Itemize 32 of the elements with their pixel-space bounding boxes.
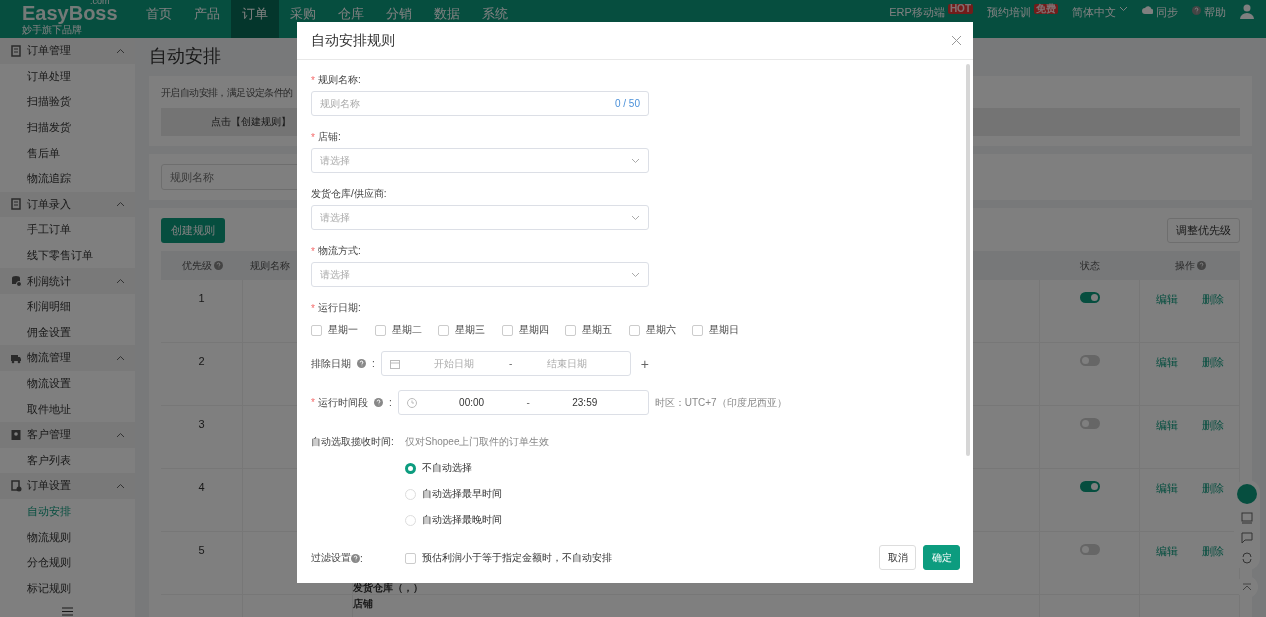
field-label: 运行日期: — [317, 301, 361, 315]
required-mark: * — [311, 74, 315, 86]
field-label: 自动选取揽收时间: — [311, 435, 395, 449]
table-cell: 3 — [161, 406, 243, 469]
column-header: 操作 — [1140, 251, 1240, 280]
intro-text: 开启自动安排，满足设定条件的 — [161, 86, 294, 100]
field-label: 规则名称: — [317, 73, 361, 87]
field-label: 运行时间段 — [317, 395, 368, 410]
label-colon: : — [360, 552, 363, 564]
required-mark: * — [311, 397, 315, 408]
dialog-title: 自动安排规则 — [311, 31, 395, 50]
logo-suffix: .com — [90, 0, 110, 6]
table-cell: 2 — [161, 343, 243, 406]
label-colon: : — [388, 397, 392, 408]
character-counter: 0 / 50 — [614, 98, 640, 109]
column-header: 优先级 — [161, 251, 243, 280]
field-label: 发货仓库/供应商: — [311, 187, 387, 201]
table-cell: 4 — [161, 469, 243, 532]
logo-tagline: 妙手旗下品牌 — [22, 25, 83, 35]
field-label: 过滤设置 — [311, 551, 351, 565]
field-label: 排除日期 — [311, 356, 351, 371]
hint-text: 仅对Shopee上门取件的订单生效 — [405, 435, 551, 449]
table-cell: 1 — [161, 280, 243, 343]
column-header: 状态 — [1040, 251, 1140, 280]
page-title: 自动安排 — [149, 45, 222, 68]
cell-text: 发货仓库（，） — [353, 582, 423, 593]
table-cell: 5 — [161, 532, 243, 595]
timezone-text: 时区：UTC+7（印度尼西亚） — [654, 395, 787, 410]
cell-text: 店铺 — [353, 598, 373, 609]
logo: EasyBoss — [22, 3, 119, 23]
required-mark: * — [311, 302, 315, 314]
label-colon: : — [372, 358, 375, 369]
